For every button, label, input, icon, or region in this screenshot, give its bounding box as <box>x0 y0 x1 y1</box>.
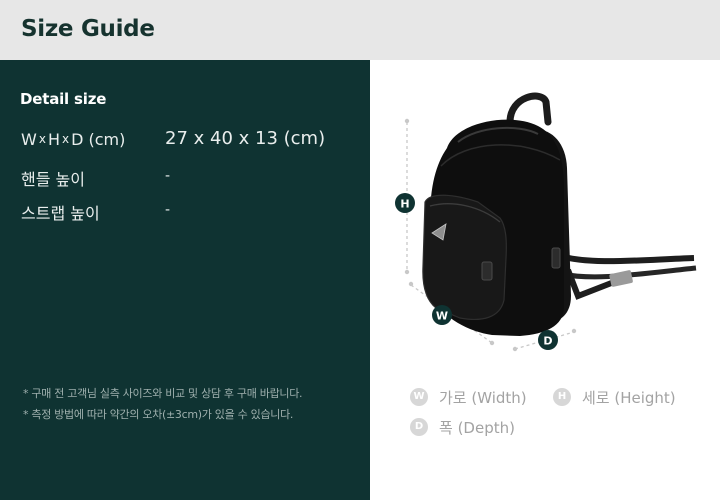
dim-x-separator: x <box>38 132 46 146</box>
legend-badge-height: H <box>553 388 571 406</box>
spec-value-dimensions: 27 x 40 x 13 (cm) <box>165 128 326 149</box>
legend-badge-width: W <box>410 388 428 406</box>
spec-value-handle-height: - <box>165 168 171 184</box>
legend-badge-depth: D <box>410 418 428 436</box>
legend-label-width: 가로 (Width) <box>439 389 527 407</box>
backpack-image <box>422 92 697 336</box>
width-marker-label: W <box>436 310 448 323</box>
legend-label-height: 세로 (Height) <box>582 389 676 407</box>
spec-label-dimensions: WxHxD (cm) <box>21 130 125 149</box>
depth-marker-label: D <box>543 335 552 348</box>
dim-w-label: W <box>21 130 37 149</box>
dim-d-label: D <box>71 130 84 149</box>
note-tolerance: * 측정 방법에 따라 약간의 오차(±3cm)가 있을 수 있습니다. <box>23 408 294 421</box>
dim-h-label: H <box>47 130 60 149</box>
detail-title: Detail size <box>20 90 107 108</box>
height-marker: H <box>395 193 415 213</box>
illustration-panel: H W D W 가로 (Width) H 세로 (Height) D 폭 (De… <box>370 60 720 500</box>
header: Size Guide <box>0 0 720 60</box>
spec-value-strap-height: - <box>165 202 171 218</box>
spec-label-handle-height: 핸들 높이 <box>21 170 85 189</box>
dim-x-separator: x <box>61 132 70 146</box>
detail-panel: Detail size WxHxD (cm) 27 x 40 x 13 (cm)… <box>0 60 370 500</box>
spec-label-strap-height: 스트랩 높이 <box>21 204 100 223</box>
depth-marker: D <box>538 330 558 350</box>
dim-unit-label: (cm) <box>88 130 126 149</box>
width-marker: W <box>432 305 452 325</box>
note-compare: * 구매 전 고객님 실측 사이즈와 비교 및 상담 후 구매 바랍니다. <box>23 387 303 400</box>
page-title: Size Guide <box>21 16 155 42</box>
legend-label-depth: 폭 (Depth) <box>439 419 515 437</box>
backpack-illustration: H W D <box>395 92 697 352</box>
height-marker-label: H <box>400 198 409 211</box>
